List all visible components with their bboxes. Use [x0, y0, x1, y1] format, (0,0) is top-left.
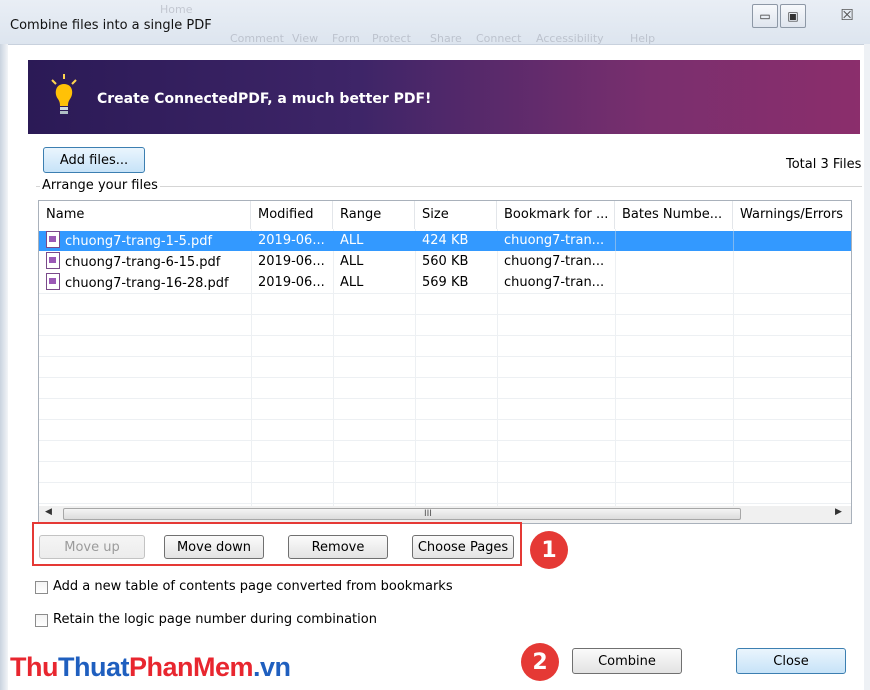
- bates-cell: [615, 231, 733, 251]
- table-grid-line: [39, 482, 851, 483]
- bookmark-cell: chuong7-tran...: [504, 275, 605, 290]
- size-cell: 560 KB: [422, 254, 469, 269]
- table-grid-line: [39, 398, 851, 399]
- bates-cell: [615, 252, 733, 272]
- table-row[interactable]: chuong7-trang-1-5.pdf 2019-06... ALL 424…: [39, 231, 851, 251]
- range-cell: ALL: [340, 254, 364, 269]
- total-files-count: Total 3 Files: [786, 157, 862, 172]
- scroll-right-arrow-icon[interactable]: ▶: [835, 507, 842, 517]
- warnings-cell: [733, 252, 851, 272]
- column-header-size[interactable]: Size: [415, 201, 497, 229]
- bookmark-cell: chuong7-tran...: [504, 254, 605, 269]
- watermark-part: .vn: [253, 652, 291, 682]
- scrollbar-thumb[interactable]: III: [63, 508, 741, 520]
- watermark-part: PhanMem: [128, 652, 254, 682]
- annotation-badge-1: 1: [530, 531, 568, 569]
- add-files-button[interactable]: Add files...: [43, 147, 145, 173]
- modified-cell: 2019-06...: [258, 275, 325, 290]
- table-grid-line: [39, 293, 851, 294]
- file-name: chuong7-trang-1-5.pdf: [65, 234, 213, 249]
- banner-text: Create ConnectedPDF, a much better PDF!: [97, 91, 432, 107]
- table-grid-line: [39, 377, 851, 378]
- files-table[interactable]: Name Modified Range Size Bookmark for ..…: [38, 200, 852, 508]
- pdf-file-icon: [46, 252, 60, 269]
- column-header-range[interactable]: Range: [333, 201, 415, 229]
- ghost-menu-item: Accessibility: [536, 32, 604, 44]
- table-row[interactable]: chuong7-trang-16-28.pdf 2019-06... ALL 5…: [39, 273, 851, 293]
- scroll-left-arrow-icon[interactable]: ◀: [45, 507, 52, 517]
- arrange-files-label: Arrange your files: [40, 178, 160, 193]
- scrollbar-grip-icon: III: [424, 509, 432, 519]
- ghost-menu-item: Home: [160, 3, 193, 16]
- table-grid-line: [39, 314, 851, 315]
- table-row[interactable]: chuong7-trang-6-15.pdf 2019-06... ALL 56…: [39, 252, 851, 272]
- window-right-edge: [864, 44, 870, 690]
- ghost-menu-item: Form: [332, 32, 360, 44]
- file-name: chuong7-trang-16-28.pdf: [65, 276, 229, 291]
- column-header-name[interactable]: Name: [39, 201, 251, 229]
- file-name-cell: chuong7-trang-1-5.pdf: [39, 231, 251, 251]
- warnings-cell: [733, 231, 851, 251]
- ghost-menu-item: Connect: [476, 32, 522, 44]
- table-grid-line: [39, 440, 851, 441]
- bates-cell: [615, 273, 733, 293]
- minimize-button[interactable]: ▭: [752, 4, 778, 28]
- column-header-warnings[interactable]: Warnings/Errors: [733, 201, 851, 229]
- range-cell: ALL: [340, 233, 364, 248]
- window-close-button[interactable]: ☒: [834, 4, 860, 26]
- table-grid-line: [39, 503, 851, 504]
- modified-cell: 2019-06...: [258, 254, 325, 269]
- file-name-cell: chuong7-trang-16-28.pdf: [39, 273, 251, 293]
- window-left-edge: [0, 44, 8, 690]
- pdf-file-icon: [46, 231, 60, 248]
- table-grid-line: [39, 461, 851, 462]
- table-grid-line: [39, 419, 851, 420]
- modified-cell: 2019-06...: [258, 233, 325, 248]
- column-header-modified[interactable]: Modified: [251, 201, 333, 229]
- table-grid-line: [39, 356, 851, 357]
- site-watermark: ThuThuatPhanMem.vn: [10, 652, 291, 683]
- ghost-menu-item: Share: [430, 32, 462, 44]
- logic-page-checkbox[interactable]: [35, 614, 48, 627]
- size-cell: 569 KB: [422, 275, 469, 290]
- close-button[interactable]: Close: [736, 648, 846, 674]
- ghost-menu-item: View: [292, 32, 319, 44]
- table-grid-line: [39, 335, 851, 336]
- file-name-cell: chuong7-trang-6-15.pdf: [39, 252, 251, 272]
- bookmark-cell: chuong7-tran...: [504, 233, 605, 248]
- ghost-menu-item: Help: [630, 32, 656, 44]
- ghost-menu-item: Comment: [230, 32, 284, 44]
- column-header-bookmark[interactable]: Bookmark for ...: [497, 201, 615, 229]
- combine-button[interactable]: Combine: [572, 648, 682, 674]
- watermark-part: Thuat: [57, 652, 130, 682]
- pdf-file-icon: [46, 273, 60, 290]
- ghost-menu-item: Protect: [372, 32, 411, 44]
- maximize-button[interactable]: ▣: [780, 4, 806, 28]
- warnings-cell: [733, 273, 851, 293]
- file-name: chuong7-trang-6-15.pdf: [65, 255, 221, 270]
- size-cell: 424 KB: [422, 233, 469, 248]
- logic-page-checkbox-label: Retain the logic page number during comb…: [53, 612, 377, 627]
- group-divider: [36, 186, 862, 187]
- window-title: Combine files into a single PDF: [10, 18, 212, 33]
- range-cell: ALL: [340, 275, 364, 290]
- column-header-bates[interactable]: Bates Numbe...: [615, 201, 733, 229]
- toc-checkbox[interactable]: [35, 581, 48, 594]
- annotation-badge-2: 2: [521, 643, 559, 681]
- toc-checkbox-label: Add a new table of contents page convert…: [53, 579, 453, 594]
- watermark-part: Thu: [10, 652, 58, 682]
- lightbulb-icon: [51, 74, 77, 114]
- annotation-highlight-box: [32, 522, 522, 566]
